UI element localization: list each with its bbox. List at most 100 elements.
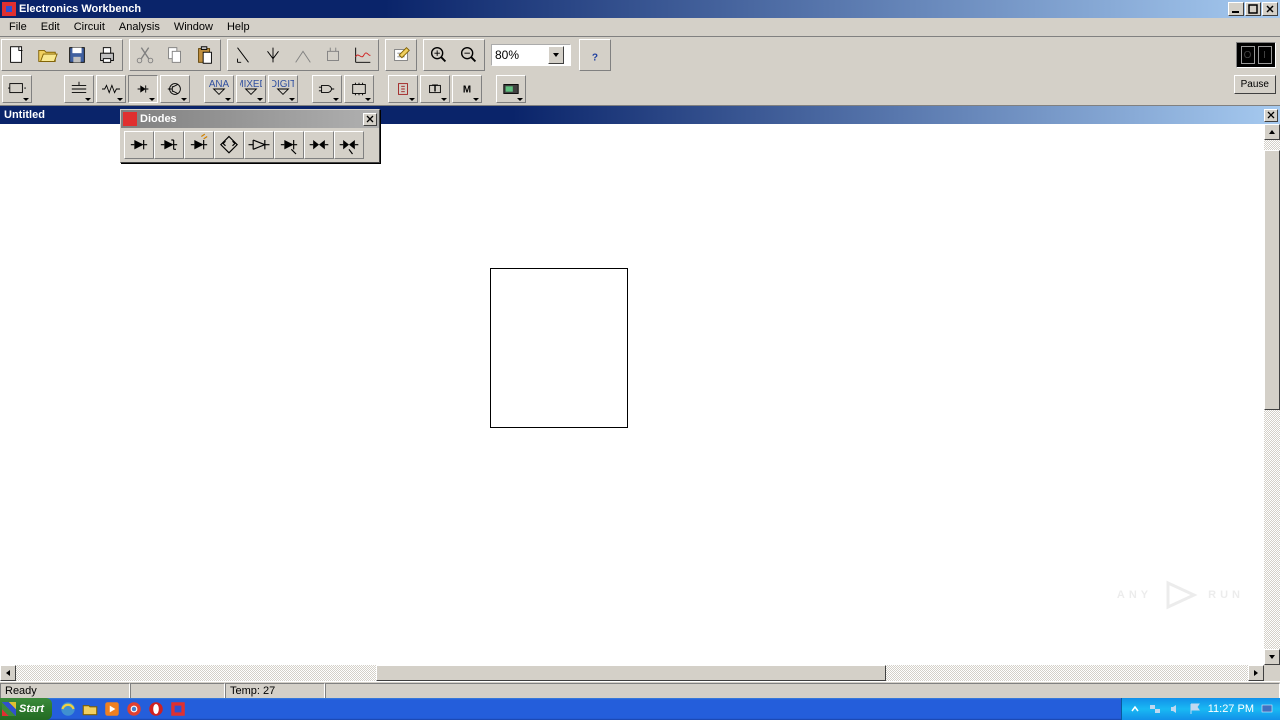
hscroll-thumb[interactable] [376, 665, 886, 681]
menu-edit[interactable]: Edit [34, 19, 67, 35]
controls-palette[interactable]: T [420, 75, 450, 103]
start-label: Start [19, 703, 44, 715]
close-button[interactable] [1262, 2, 1278, 16]
tray-flag-icon[interactable] [1188, 702, 1202, 716]
logic-gates-palette[interactable] [312, 75, 342, 103]
copy-button[interactable] [160, 40, 190, 70]
scroll-corner [1264, 665, 1280, 681]
ie-icon[interactable] [58, 700, 78, 718]
menu-help[interactable]: Help [220, 19, 257, 35]
zoom-in-button[interactable] [424, 40, 454, 70]
new-button[interactable] [2, 40, 32, 70]
windows-flag-icon [2, 702, 16, 716]
sources-palette[interactable] [2, 75, 32, 103]
component-properties-button[interactable] [386, 40, 416, 70]
diodes-palette-body [121, 128, 379, 162]
circuit-canvas[interactable]: ANY RUN [0, 124, 1264, 665]
vscroll-thumb[interactable] [1264, 150, 1280, 410]
digital-palette[interactable] [344, 75, 374, 103]
taskbar-clock[interactable]: 11:27 PM [1208, 703, 1254, 715]
tray-volume-icon[interactable] [1168, 702, 1182, 716]
diodes-palette-title: Diodes [140, 113, 177, 125]
sim-off-indicator: O [1241, 46, 1255, 64]
menu-window[interactable]: Window [167, 19, 220, 35]
hscroll-track[interactable] [16, 665, 1248, 681]
status-panel-2 [130, 683, 225, 699]
instruments-palette[interactable] [496, 75, 526, 103]
scr-component[interactable] [274, 131, 304, 159]
save-button[interactable] [62, 40, 92, 70]
maximize-button[interactable] [1245, 2, 1261, 16]
print-button[interactable] [92, 40, 122, 70]
zener-diode-component[interactable] [154, 131, 184, 159]
main-toolbar: ? O I [0, 37, 1280, 73]
bridge-rectifier-component[interactable] [214, 131, 244, 159]
subcircuit-button[interactable] [318, 40, 348, 70]
analog-ics-palette[interactable]: ANA [204, 75, 234, 103]
zoom-out-button[interactable] [454, 40, 484, 70]
misc-palette[interactable]: M [452, 75, 482, 103]
system-tray: 11:27 PM [1121, 698, 1280, 720]
svg-text:T: T [432, 84, 438, 95]
menu-analysis[interactable]: Analysis [112, 19, 167, 35]
watermark: ANY RUN [1117, 575, 1244, 615]
horizontal-scrollbar[interactable] [0, 665, 1264, 681]
open-button[interactable] [32, 40, 62, 70]
flip-horizontal-button[interactable] [258, 40, 288, 70]
diode-component[interactable] [124, 131, 154, 159]
media-player-icon[interactable] [102, 700, 122, 718]
chrome-icon[interactable] [124, 700, 144, 718]
vscroll-track[interactable] [1264, 140, 1280, 649]
diac-component[interactable] [304, 131, 334, 159]
ewb-taskbar-icon[interactable] [168, 700, 188, 718]
diodes-palette-window[interactable]: Diodes [120, 109, 380, 163]
toolbar-area: ? O I ANA MIXED DIGIT T M Pause [0, 37, 1280, 106]
selection-rectangle [490, 268, 628, 428]
document-title: Untitled [4, 109, 45, 121]
schottky-diode-component[interactable] [244, 131, 274, 159]
vertical-scrollbar[interactable] [1264, 124, 1280, 665]
led-component[interactable] [184, 131, 214, 159]
quick-launch [58, 700, 188, 718]
menubar: File Edit Circuit Analysis Window Help [0, 18, 1280, 37]
paste-button[interactable] [190, 40, 220, 70]
scroll-left-button[interactable] [0, 665, 16, 681]
pause-button[interactable]: Pause [1234, 75, 1276, 94]
diodes-palette-close[interactable] [363, 113, 377, 126]
statusbar: Ready Temp: 27 [0, 681, 1280, 699]
zoom-input[interactable] [492, 46, 548, 64]
explorer-icon[interactable] [80, 700, 100, 718]
diodes-palette-titlebar[interactable]: Diodes [121, 110, 379, 128]
menu-file[interactable]: File [2, 19, 34, 35]
document-close-button[interactable] [1264, 109, 1278, 122]
help-button[interactable]: ? [580, 40, 610, 70]
tray-network-icon[interactable] [1148, 702, 1162, 716]
flip-vertical-button[interactable] [288, 40, 318, 70]
mixed-ics-palette[interactable]: MIXED [236, 75, 266, 103]
zoom-combo[interactable] [491, 44, 571, 66]
start-button[interactable]: Start [0, 698, 52, 720]
digital-ics-palette[interactable]: DIGIT [268, 75, 298, 103]
tray-monitor-icon[interactable] [1260, 702, 1274, 716]
cut-button[interactable] [130, 40, 160, 70]
scroll-right-button[interactable] [1248, 665, 1264, 681]
rotate-button[interactable] [228, 40, 258, 70]
status-panel-4 [325, 683, 1280, 699]
opera-icon[interactable] [146, 700, 166, 718]
diodes-palette[interactable] [128, 75, 158, 103]
tray-chevron-icon[interactable] [1128, 702, 1142, 716]
svg-text:M: M [463, 85, 471, 96]
indicators-palette[interactable] [388, 75, 418, 103]
transistors-palette[interactable] [160, 75, 190, 103]
basic-palette[interactable] [64, 75, 94, 103]
passive-palette[interactable] [96, 75, 126, 103]
zoom-dropdown[interactable] [548, 46, 564, 64]
graph-button[interactable] [348, 40, 378, 70]
minimize-button[interactable] [1228, 2, 1244, 16]
triac-component[interactable] [334, 131, 364, 159]
menu-circuit[interactable]: Circuit [67, 19, 112, 35]
scroll-down-button[interactable] [1264, 649, 1280, 665]
scroll-up-button[interactable] [1264, 124, 1280, 140]
simulation-switch[interactable]: O I [1236, 42, 1276, 68]
app-title: Electronics Workbench [19, 3, 1228, 15]
